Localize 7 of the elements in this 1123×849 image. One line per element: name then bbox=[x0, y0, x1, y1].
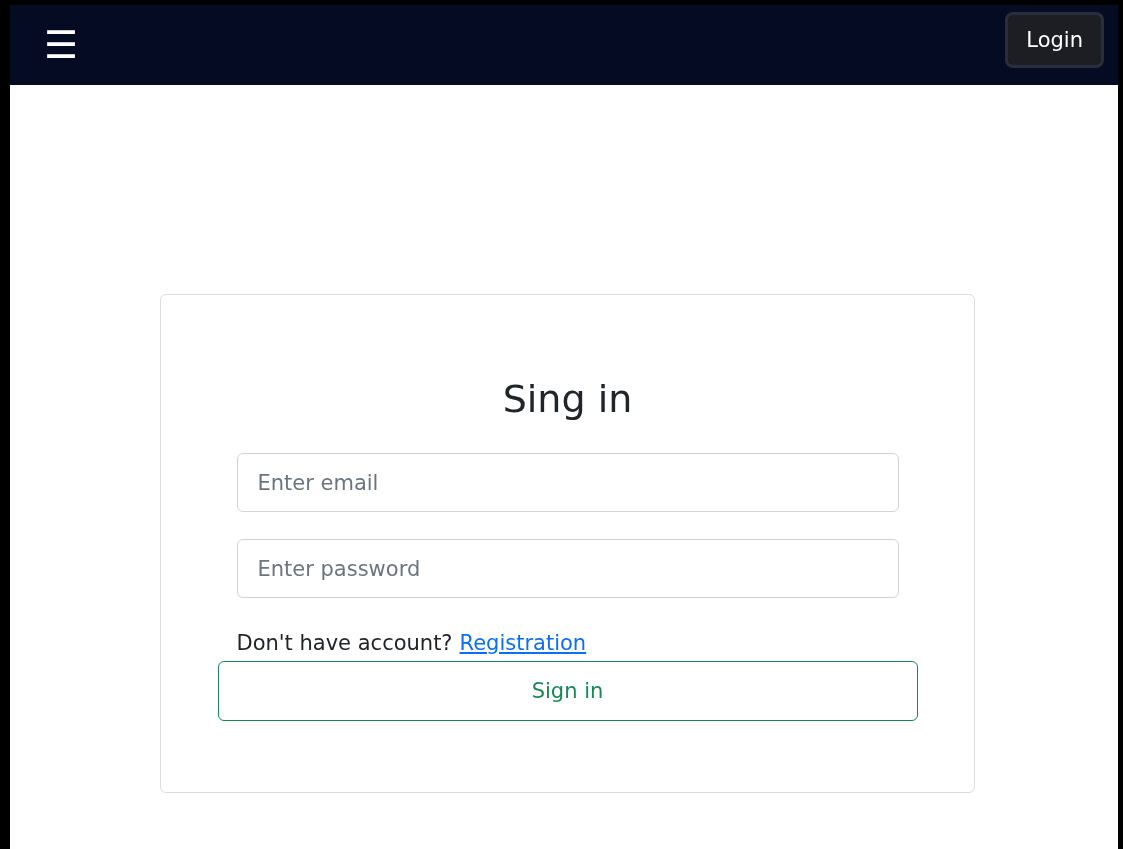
account-prompt: Don't have account? bbox=[236, 631, 453, 655]
registration-link[interactable]: Registration bbox=[459, 631, 587, 655]
email-field[interactable]: Enter email bbox=[236, 453, 899, 512]
password-field[interactable]: Enter password bbox=[236, 539, 899, 598]
form-title: Sing in bbox=[502, 376, 633, 423]
login-button[interactable]: Login bbox=[1005, 12, 1104, 68]
sign-in-button[interactable]: Sign in bbox=[217, 661, 918, 721]
